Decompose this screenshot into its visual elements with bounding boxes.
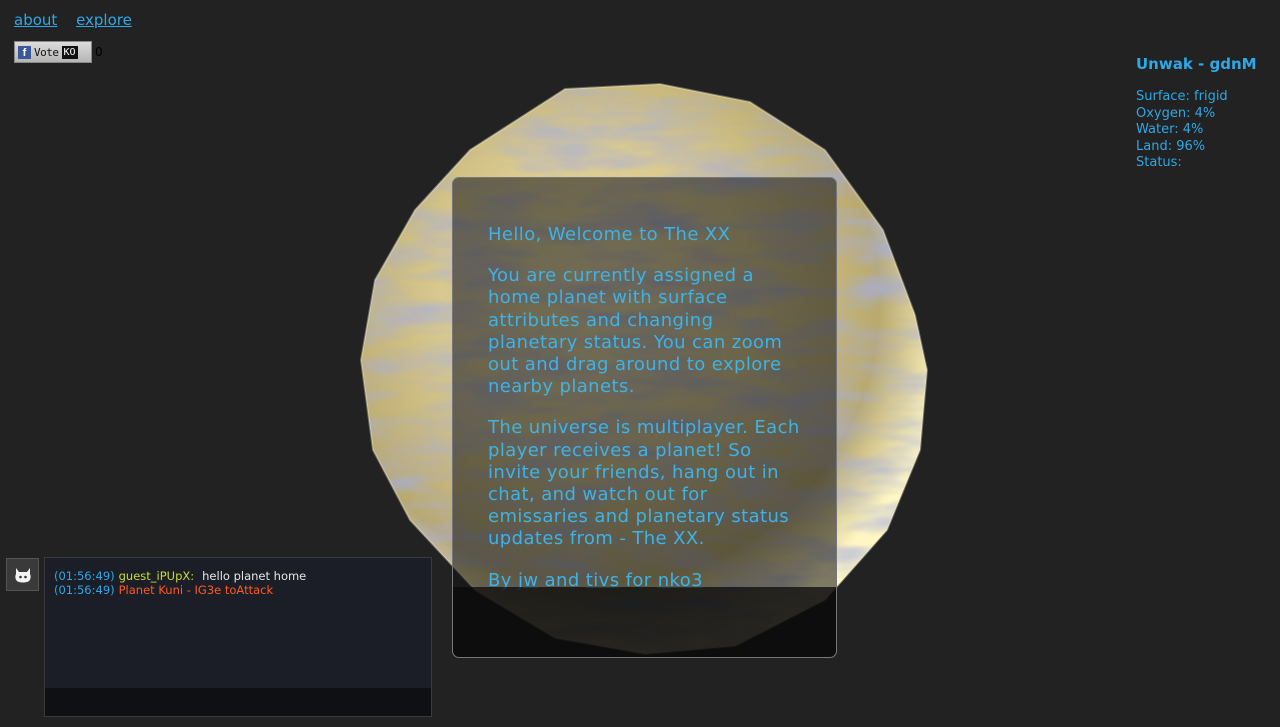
ko-badge: KO [61,45,78,59]
chat-timestamp: (01:56:49) [54,583,115,597]
explore-link[interactable]: explore [76,11,132,29]
chat-message-text: hello planet home [202,569,307,583]
chat-message: (01:56:49) Planet Kuni - IG3e toAttack [54,583,431,597]
facebook-icon: f [18,45,31,59]
welcome-paragraph-1: You are currently assigned a home planet… [488,265,783,398]
github-octocat-icon [14,567,31,582]
planet-status: Status: [1136,155,1182,170]
chat-message: (01:56:49) guest_iPUpX: hello planet home [54,569,431,583]
planet-land: Land: 96% [1136,138,1206,154]
welcome-heading: Hello, Welcome to The XX [488,224,731,245]
vote-widget: f Vote KO 0 [14,41,103,63]
github-button[interactable] [6,558,39,591]
welcome-paragraph-2: The universe is multiplayer. Each player… [488,417,800,550]
top-nav: about explore [14,11,146,29]
vote-button[interactable]: f Vote KO [14,41,92,63]
chat-panel: (01:56:49) guest_iPUpX: hello planet home … [44,557,432,717]
about-link[interactable]: about [14,11,57,29]
planet-water: Water: 4% [1136,122,1204,137]
vote-label: Vote [34,45,59,59]
planet-info-panel: Unwak - gdnM Surface: frigid Oxygen: 4% … [1136,55,1257,172]
chat-username: guest_iPUpX: [118,569,195,583]
welcome-modal: Hello, Welcome to The XX You are current… [452,177,837,658]
chat-log: (01:56:49) guest_iPUpX: hello planet home … [45,558,431,597]
planet-surface: Surface: frigid [1136,89,1228,104]
vote-count: 0 [95,45,103,59]
planet-oxygen: Oxygen: 4% [1136,105,1216,121]
planet-name: Unwak - gdnM [1136,55,1257,73]
chat-input[interactable] [45,688,431,716]
modal-footer [453,587,836,657]
chat-timestamp: (01:56:49) [54,569,115,583]
chat-system-message: Planet Kuni - IG3e toAttack [118,583,274,597]
